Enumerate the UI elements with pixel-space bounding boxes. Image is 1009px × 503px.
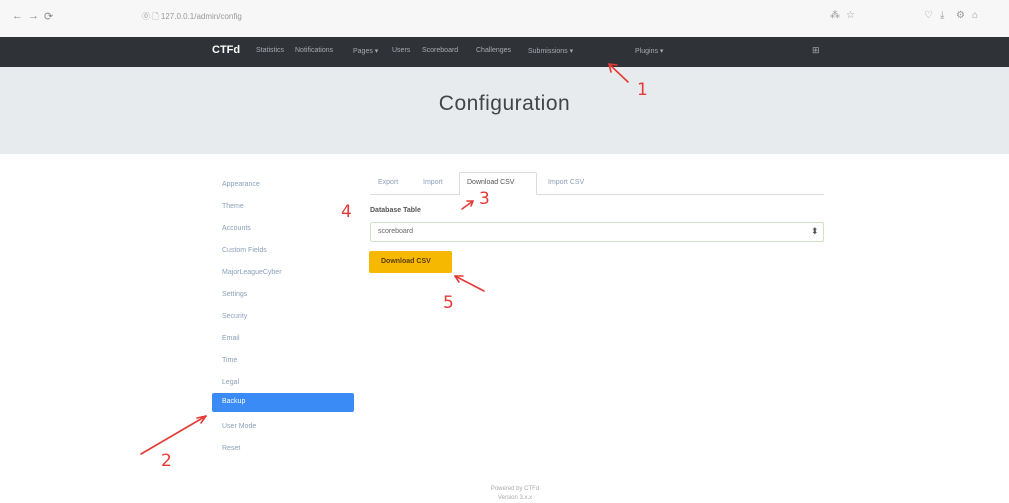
sidebar-item-theme[interactable]: Theme: [222, 203, 244, 210]
nav-pages[interactable]: Pages ▾: [353, 47, 378, 55]
shield-icon[interactable]: ♡: [924, 10, 933, 21]
annotation-arrowhead-2: [196, 415, 207, 424]
sidebar-item-appearance[interactable]: Appearance: [222, 181, 260, 188]
download-icon[interactable]: ⤓: [940, 10, 944, 21]
sidebar-item-legal[interactable]: Legal: [222, 379, 239, 386]
sidebar-item-user-mode[interactable]: User Mode: [222, 423, 256, 430]
forward-icon[interactable]: →: [28, 10, 39, 22]
tab-import-csv[interactable]: Import CSV: [548, 179, 584, 186]
nav-challenges[interactable]: Challenges: [476, 47, 511, 54]
bookmark-star-icon[interactable]: ☆: [846, 10, 855, 21]
nav-submissions[interactable]: Submissions ▾: [528, 47, 573, 55]
database-table-label: Database Table: [370, 207, 421, 214]
sidebar-item-settings[interactable]: Settings: [222, 291, 247, 298]
annotation-number-3: 3: [479, 189, 490, 209]
sidebar-item-security[interactable]: Security: [222, 313, 247, 320]
download-csv-button-label: Download CSV: [381, 258, 431, 265]
annotation-number-2: 2: [161, 451, 172, 471]
tab-download-csv-label: Download CSV: [467, 179, 515, 186]
annotation-arrowhead-5: [454, 275, 464, 283]
nav-users[interactable]: Users: [392, 47, 410, 54]
sidebar-item-accounts[interactable]: Accounts: [222, 225, 251, 232]
extensions-icon[interactable]: ⚙: [956, 10, 965, 21]
annotation-number-1: 1: [637, 80, 648, 100]
nav-notifications[interactable]: Notifications: [295, 47, 333, 54]
grid-icon[interactable]: ⊞: [812, 45, 820, 56]
annotation-arrow-3: [461, 200, 474, 210]
nav-scoreboard[interactable]: Scoreboard: [422, 47, 458, 54]
database-table-value: scoreboard: [378, 228, 414, 235]
reload-icon[interactable]: ⟳: [44, 10, 53, 23]
address-bar[interactable]: ⓪ 🗋 127.0.0.1/admin/config: [142, 11, 242, 25]
sidebar-item-custom-fields[interactable]: Custom Fields: [222, 247, 267, 254]
annotation-arrowhead-3: [466, 200, 474, 207]
home-icon[interactable]: ⌂: [972, 10, 978, 21]
tab-import[interactable]: Import: [423, 179, 443, 186]
annotation-arrow-5: [454, 275, 485, 292]
annotation-number-4: 4: [341, 202, 352, 222]
select-caret-icon: ⬍: [811, 226, 819, 236]
sidebar-item-email[interactable]: Email: [222, 335, 240, 342]
sidebar-item-reset[interactable]: Reset: [222, 445, 240, 452]
back-icon[interactable]: ←: [12, 10, 23, 22]
nav-statistics[interactable]: Statistics: [256, 47, 284, 54]
sidebar-item-backup-label: Backup: [222, 398, 246, 405]
tab-divider: [370, 194, 824, 195]
annotation-number-5: 5: [443, 293, 454, 313]
page-title: Configuration: [438, 92, 571, 115]
brand-logo[interactable]: CTFd: [212, 44, 240, 56]
nav-plugins[interactable]: Plugins ▾: [635, 47, 663, 55]
sidebar-item-time[interactable]: Time: [222, 357, 237, 364]
tab-export[interactable]: Export: [378, 179, 398, 186]
footer-version: Version 3.x.x: [497, 495, 533, 501]
footer-powered-by[interactable]: Powered by CTFd: [400, 486, 630, 492]
translate-icon[interactable]: ⁂: [830, 10, 840, 21]
annotation-arrow-2: [140, 415, 207, 455]
sidebar-item-majorleaguecyber[interactable]: MajorLeagueCyber: [222, 269, 282, 276]
database-table-select[interactable]: [370, 222, 824, 242]
